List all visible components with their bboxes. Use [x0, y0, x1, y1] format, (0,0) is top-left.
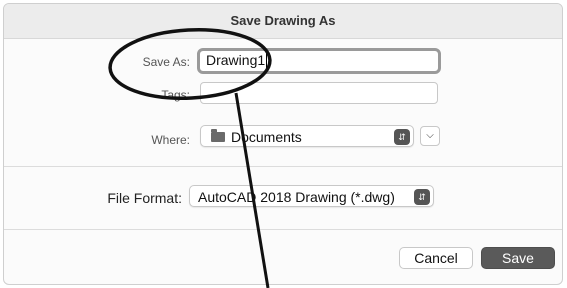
save-as-label: Save As: — [142, 55, 190, 69]
save-button[interactable]: Save — [481, 247, 555, 269]
save-as-value: Drawing1 — [206, 52, 266, 68]
cancel-button[interactable]: Cancel — [399, 247, 473, 269]
footer-divider — [4, 229, 562, 230]
popup-stepper-icon: ⇵ — [394, 129, 410, 145]
folder-icon — [211, 129, 225, 142]
where-label: Where: — [151, 133, 190, 147]
title-bar: Save Drawing As — [4, 4, 562, 39]
expand-chevron-button[interactable]: ⌵ — [420, 126, 440, 146]
section-divider — [4, 166, 562, 167]
file-format-popup[interactable]: AutoCAD 2018 Drawing (*.dwg) ⇵ — [189, 185, 434, 207]
tags-label: Tags: — [161, 88, 190, 102]
save-dialog: Save Drawing As Save As: Drawing1 Tags: … — [3, 3, 563, 285]
text-cursor — [266, 53, 268, 68]
file-format-value: AutoCAD 2018 Drawing (*.dwg) — [198, 189, 395, 205]
dialog-title: Save Drawing As — [230, 13, 336, 28]
save-as-field[interactable]: Drawing1 — [197, 48, 441, 74]
chevron-down-icon: ⌵ — [426, 130, 434, 141]
where-popup[interactable]: Documents ⇵ — [200, 125, 414, 147]
tags-field[interactable] — [200, 82, 438, 104]
popup-stepper-icon: ⇵ — [414, 189, 430, 205]
file-format-label: File Format: — [107, 190, 182, 206]
where-value: Documents — [231, 129, 302, 145]
